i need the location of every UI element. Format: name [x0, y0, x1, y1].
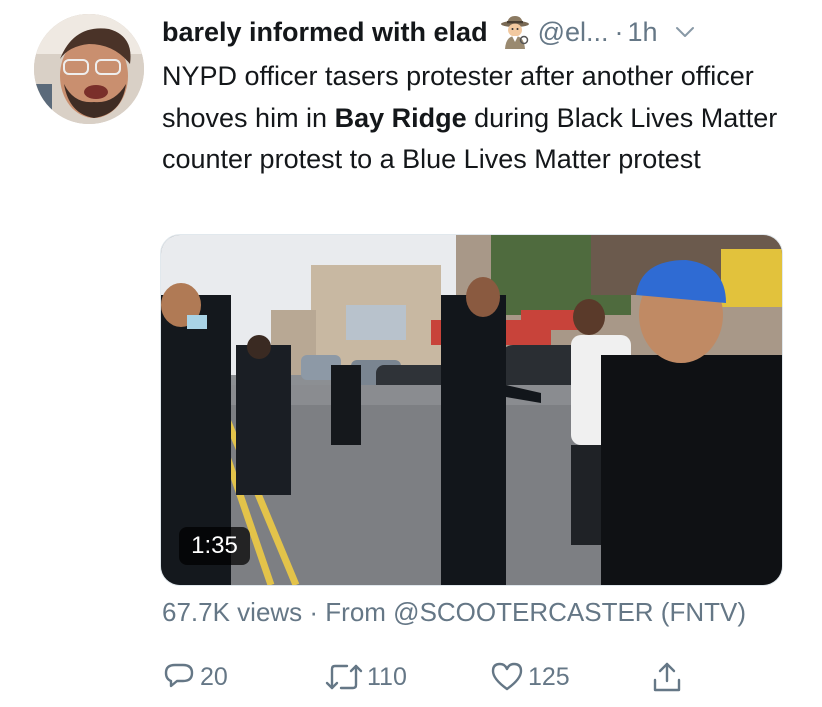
retweet-count: 110: [367, 662, 407, 691]
tweet-text: NYPD officer tasers protester after anot…: [162, 56, 782, 181]
tweet-header: barely informed with elad @el... · 1h: [162, 12, 802, 52]
retweet-button[interactable]: 110: [325, 655, 407, 699]
user-handle[interactable]: @el...: [538, 17, 609, 48]
like-icon: [491, 662, 523, 691]
chevron-down-icon[interactable]: [674, 21, 696, 43]
retweet-icon: [325, 664, 363, 690]
tweet-text-bold-part: Bay Ridge: [334, 102, 467, 133]
separator: ·: [614, 16, 624, 47]
like-count: 125: [528, 662, 570, 691]
display-name[interactable]: barely informed with elad: [162, 17, 488, 48]
like-button[interactable]: 125: [490, 655, 570, 699]
view-count-and-source: 67.7K views · From @SCOOTERCASTER (FNTV): [162, 597, 747, 627]
reply-count: 20: [200, 662, 228, 691]
video-thumbnail: [161, 235, 782, 585]
share-button[interactable]: [650, 655, 684, 699]
timestamp[interactable]: 1h: [628, 17, 658, 48]
tweet-actions: 20 110 125: [0, 655, 822, 699]
reply-icon: [164, 663, 194, 688]
reply-button[interactable]: 20: [162, 655, 228, 699]
avatar-image: [34, 14, 144, 124]
avatar[interactable]: [34, 14, 144, 124]
video-player[interactable]: [160, 234, 783, 586]
share-icon: [653, 662, 681, 692]
video-duration-badge: 1:35: [179, 527, 250, 565]
detective-emoji-icon: [500, 15, 530, 49]
